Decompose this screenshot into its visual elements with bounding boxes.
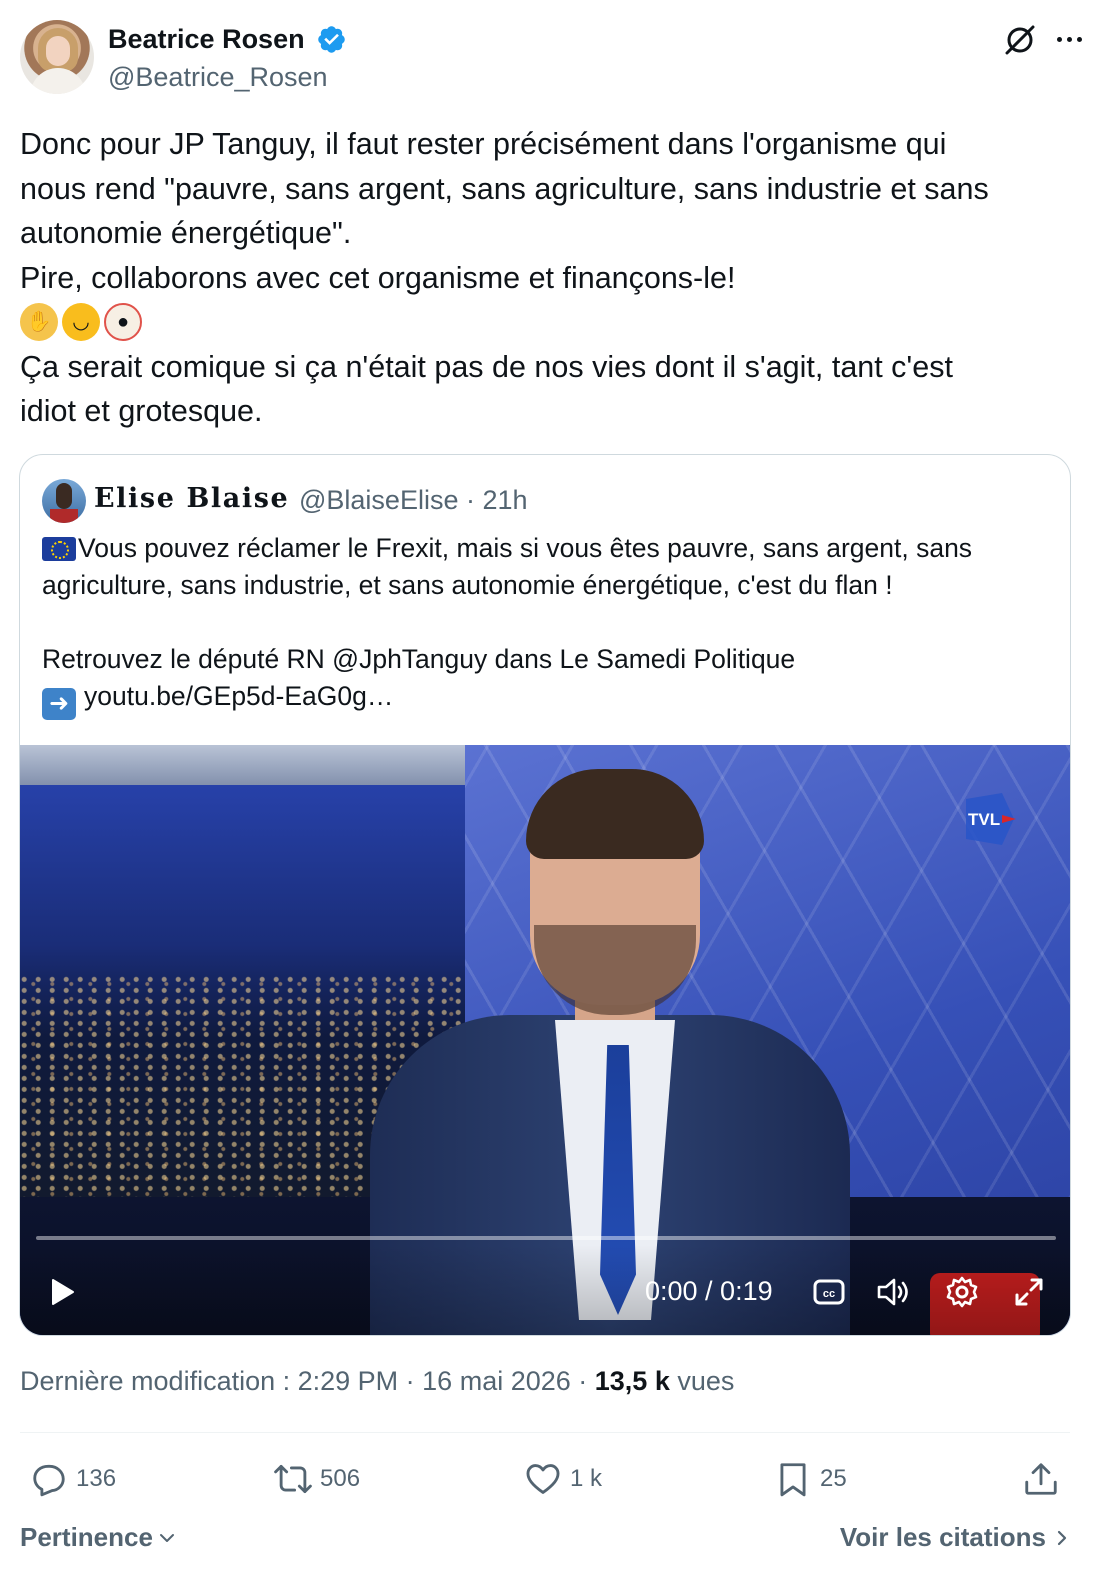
bookmark-icon — [780, 1463, 806, 1497]
bookmark-count: 25 — [820, 1465, 847, 1492]
play-icon[interactable] — [48, 1278, 76, 1306]
tvl-logo-icon: TVL — [966, 793, 1016, 845]
upside-down-face-icon: ◡ — [62, 303, 100, 342]
author-avatar[interactable] — [20, 20, 94, 94]
right-arrow-icon: ➜ — [42, 688, 76, 720]
grok-icon[interactable] — [1002, 22, 1038, 58]
view-quotes-label: Voir les citations — [839, 1522, 1046, 1552]
quoted-tweet[interactable]: Elise Blaise @BlaiseElise · 21h Vous pou… — [19, 454, 1071, 1336]
eu-flag-icon — [42, 537, 76, 561]
chevron-down-icon — [159, 1533, 174, 1542]
tweet-text: Donc pour JP Tanguy, il faut rester préc… — [20, 122, 1080, 434]
tvl-logo-text: TVL — [968, 810, 1000, 829]
action-bar: 136 506 1 k 25 — [20, 1452, 1070, 1506]
reply-count: 136 — [76, 1465, 117, 1492]
reply-icon — [33, 1464, 65, 1497]
quote-line: Vous pouvez réclamer le Frexit, mais si … — [78, 533, 973, 563]
quote-line: agriculture, sans industrie, et sans aut… — [42, 570, 893, 600]
views-label: vues — [669, 1366, 735, 1396]
volume-icon[interactable] — [876, 1277, 912, 1307]
replies-footer: Pertinence Voir les citations — [20, 1518, 1070, 1558]
sort-dropdown[interactable]: Pertinence — [20, 1522, 177, 1553]
tweet-line: idiot et grotesque. — [20, 394, 263, 428]
clown-face-icon: ● — [104, 303, 142, 342]
verified-badge-icon — [318, 26, 345, 53]
views-count: 13,5 k — [594, 1366, 670, 1396]
quote-author-handle[interactable]: @BlaiseElise · 21h — [299, 485, 528, 516]
quote-link[interactable]: youtu.be/GEp5d-EaG0g… — [84, 681, 393, 711]
like-count: 1 k — [570, 1465, 603, 1492]
quote-author-name[interactable]: Elise Blaise — [94, 483, 289, 514]
author-handle[interactable]: @Beatrice_Rosen — [108, 62, 328, 93]
video-progress-bar[interactable] — [36, 1236, 1056, 1240]
tweet-line: autonomie énergétique". — [20, 216, 352, 250]
like-button[interactable]: 1 k — [524, 1452, 602, 1506]
tweet-line: nous rend "pauvre, sans argent, sans agr… — [20, 171, 989, 206]
reply-button[interactable]: 136 — [30, 1452, 116, 1506]
divider — [20, 1432, 1070, 1433]
quote-line: Retrouvez le député RN @JphTanguy dans L… — [42, 644, 796, 674]
share-icon — [1025, 1463, 1057, 1495]
heart-icon — [526, 1464, 560, 1494]
fullscreen-icon[interactable] — [1014, 1277, 1044, 1307]
tweet-meta: Dernière modification : 2:29 PM · 16 mai… — [20, 1366, 734, 1397]
svg-text:cc: cc — [823, 1288, 835, 1300]
more-options-icon[interactable] — [1052, 28, 1086, 50]
repost-icon — [274, 1464, 312, 1494]
chevron-right-icon — [1057, 1530, 1067, 1545]
quote-author-avatar[interactable] — [42, 479, 86, 523]
video-controls: 0:00 / 0:19 cc — [20, 1245, 1070, 1335]
tweet-line: Pire, collaborons avec cet organisme et … — [20, 260, 736, 295]
woman-facepalming-icon: ✋ — [20, 303, 58, 342]
tweet-line: Donc pour JP Tanguy, il faut rester préc… — [20, 127, 947, 161]
share-button[interactable] — [1022, 1452, 1060, 1506]
video-time: 0:00 / 0:19 — [645, 1276, 773, 1306]
sort-label: Pertinence — [20, 1522, 153, 1552]
bookmark-button[interactable]: 25 — [774, 1452, 847, 1506]
view-quotes-link[interactable]: Voir les citations — [840, 1522, 1070, 1553]
timestamp[interactable]: Dernière modification : 2:29 PM · 16 mai… — [20, 1366, 595, 1396]
emoji-row: ✋ ◡ ● — [20, 300, 1080, 345]
repost-count: 506 — [320, 1465, 361, 1492]
tweet-header: Beatrice Rosen @Beatrice_Rosen — [20, 20, 1086, 96]
video-player[interactable]: TVL 0:00 / 0:19 cc — [20, 745, 1070, 1335]
quote-text: Vous pouvez réclamer le Frexit, mais si … — [42, 530, 1052, 720]
repost-button[interactable]: 506 — [274, 1452, 360, 1506]
author-name[interactable]: Beatrice Rosen — [108, 24, 305, 55]
settings-gear-icon[interactable] — [945, 1275, 979, 1309]
tweet-line: Ça serait comique si ça n'était pas de n… — [20, 349, 953, 384]
closed-captions-icon[interactable]: cc — [813, 1279, 845, 1305]
